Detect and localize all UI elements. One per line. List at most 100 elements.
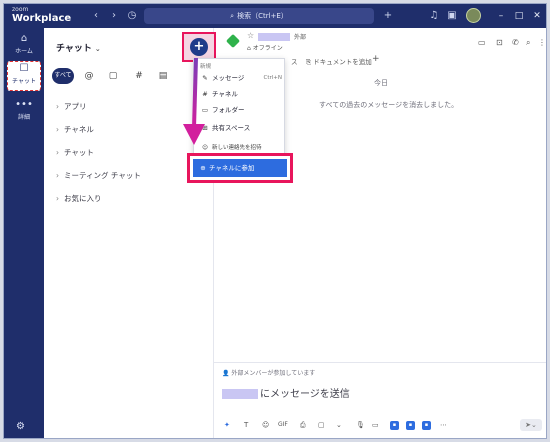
menu-item-shared-space[interactable]: ⊞ 共有スペース xyxy=(194,121,286,135)
chat-list-title-text: チャット xyxy=(56,44,92,54)
nav-chat-label: チャット xyxy=(12,78,36,85)
chat-list-title[interactable]: チャット ⌄ xyxy=(56,41,101,54)
brand-small: zoom xyxy=(12,6,29,13)
minimize-icon[interactable]: – xyxy=(494,9,508,23)
add-tab-icon[interactable]: + xyxy=(372,54,380,64)
search-text: 検索（Ctrl+E） xyxy=(237,12,288,20)
external-notice-text: 外部メンバーが参加しています xyxy=(231,370,316,377)
close-icon[interactable]: ✕ xyxy=(530,9,544,23)
section-channels[interactable]: › チャネル xyxy=(56,124,94,135)
phone-icon[interactable]: ✆ xyxy=(512,38,519,47)
menu-item-label: メッセージ xyxy=(212,74,245,82)
gif-icon[interactable]: GIF xyxy=(278,421,288,428)
nav-more-label: 詳細 xyxy=(17,114,30,121)
menu-header: 新規 xyxy=(200,64,212,70)
section-meeting-chats[interactable]: › ミーティング チャット xyxy=(56,170,141,181)
search-icon: ⌕ xyxy=(230,12,235,20)
video-icon[interactable]: ▭ xyxy=(478,38,486,47)
compose-icon: ✎ xyxy=(202,74,208,82)
chevron-left-icon[interactable]: ‹ xyxy=(90,10,102,22)
shortcut-label: Ctrl+N xyxy=(263,75,282,81)
format-icon[interactable]: T xyxy=(244,421,248,429)
hash-icon: # xyxy=(202,90,208,98)
chevron-right-icon[interactable]: › xyxy=(108,10,120,22)
send-button[interactable]: ➤⌄ xyxy=(520,419,542,431)
history-icon[interactable]: ◷ xyxy=(126,10,138,22)
join-channel-label: チャネルに参加 xyxy=(209,164,255,172)
tab-add-document-label: ドキュメントを追加 xyxy=(313,58,372,66)
chat-list-panel: チャット ⌄ すべて @ ▢ # ▤ › アプリ › チャネル › チャット › ミーティ… xyxy=(44,28,214,438)
hash-filter-icon[interactable]: # xyxy=(132,69,146,83)
filter-all[interactable]: すべて xyxy=(52,68,74,84)
more-icon: ••• xyxy=(15,99,33,110)
nav-chat[interactable]: ☐ チャット xyxy=(7,61,41,91)
menu-item-label: フォルダー xyxy=(212,106,245,114)
home-icon: ⌂ xyxy=(20,33,28,44)
meeting-app-icon[interactable]: ▪ xyxy=(422,421,431,430)
recipient-name xyxy=(222,389,258,399)
tab-add-document[interactable]: ⎘ ドキュメントを追加 xyxy=(306,56,372,67)
settings-icon[interactable]: ⚙ xyxy=(16,421,25,432)
more-tools-icon[interactable]: ⋯ xyxy=(440,421,447,429)
mention-icon[interactable]: @ xyxy=(82,69,96,83)
plus-icon[interactable]: + xyxy=(382,10,394,22)
nav-home[interactable]: ⌂ ホーム xyxy=(7,32,41,62)
bookmark-icon[interactable]: ▣ xyxy=(446,10,458,22)
microphone-icon[interactable]: 🎙 xyxy=(356,421,365,429)
external-badge: 外部 xyxy=(294,34,307,41)
menu-item-channel[interactable]: # チャネル xyxy=(194,87,286,101)
section-chats[interactable]: › チャット xyxy=(56,147,94,158)
screen-share-icon[interactable]: ⊡ xyxy=(496,38,503,47)
section-label: お気に入り xyxy=(64,194,102,203)
search-chat-icon[interactable]: ⌕ xyxy=(526,38,530,48)
ai-icon[interactable]: ✦ xyxy=(224,421,230,429)
shared-space-icon: ⊞ xyxy=(202,124,208,132)
chevron-down-icon[interactable]: ⌄ xyxy=(336,421,342,429)
message-input[interactable]: にメッセージを送信 xyxy=(222,385,350,400)
chevron-down-icon: ⌄ xyxy=(94,45,101,53)
section-favorites[interactable]: › お気に入り xyxy=(56,193,102,204)
menu-item-message[interactable]: ✎ メッセージ Ctrl+N xyxy=(194,71,286,85)
new-plus-button[interactable]: + xyxy=(190,38,208,56)
title-bar: zoom Workplace ‹ › ◷ ⌕ 検索（Ctrl+E） + ♫ ▣ –… xyxy=(4,4,546,28)
section-label: チャネル xyxy=(64,125,94,134)
menu-item-join-channel[interactable]: ⊕ チャネルに参加 xyxy=(193,159,287,177)
menu-item-label: チャネル xyxy=(212,90,238,98)
maximize-icon[interactable]: □ xyxy=(512,9,526,23)
join-channel-icon: ⊕ xyxy=(200,164,206,172)
video-message-icon[interactable]: ▭ xyxy=(372,421,379,429)
brand-logo: zoom Workplace xyxy=(12,5,72,24)
chat-icon: ☐ xyxy=(19,63,29,74)
doc-app-icon[interactable]: ▪ xyxy=(390,421,399,430)
external-notice: 👤 外部メンバーが参加しています xyxy=(222,370,316,377)
menu-item-folder[interactable]: ▭ フォルダー xyxy=(194,103,286,117)
message-icon[interactable]: ▢ xyxy=(106,69,120,83)
search-bar[interactable]: ⌕ 検索（Ctrl+E） xyxy=(144,8,374,24)
tab-partial[interactable]: ス xyxy=(291,56,298,66)
calendar-icon[interactable]: ▤ xyxy=(156,69,170,83)
bell-icon[interactable]: ♫ xyxy=(428,10,440,22)
menu-item-label: 新しい連絡先を招待 xyxy=(212,145,262,151)
tag-icon xyxy=(225,33,241,49)
more-options-icon[interactable]: ⋮ xyxy=(538,38,546,47)
nav-home-label: ホーム xyxy=(15,48,33,55)
compose-toolbar: ✦ T ☺ GIF ⎙ ▢ ⌄ 🎙 ▭ ▪ ▪ ▪ ⋯ ➤⌄ xyxy=(222,419,542,433)
section-label: ミーティング チャット xyxy=(64,171,141,180)
comment-icon[interactable]: ▢ xyxy=(318,421,325,429)
section-label: アプリ xyxy=(64,102,87,111)
system-message: すべての過去のメッセージを消去しました。 xyxy=(319,101,459,109)
screenshot-icon[interactable]: ⎙ xyxy=(300,421,306,430)
board-app-icon[interactable]: ▪ xyxy=(406,421,415,430)
app-window: zoom Workplace ‹ › ◷ ⌕ 検索（Ctrl+E） + ♫ ▣ –… xyxy=(3,3,547,439)
folder-icon: ▭ xyxy=(201,106,209,114)
section-apps[interactable]: › アプリ xyxy=(56,101,87,112)
nav-more[interactable]: ••• 詳細 xyxy=(7,98,41,128)
status-text: ⌂ オフライン xyxy=(247,45,283,52)
status-label: オフライン xyxy=(252,45,283,52)
star-icon[interactable]: ☆ xyxy=(247,31,254,40)
nav-rail: ⌂ ホーム ☐ チャット ••• 詳細 ⚙ xyxy=(4,28,44,438)
emoji-icon[interactable]: ☺ xyxy=(262,421,269,429)
avatar[interactable] xyxy=(466,8,481,23)
brand-name: Workplace xyxy=(12,13,72,24)
contact-name xyxy=(258,33,290,41)
